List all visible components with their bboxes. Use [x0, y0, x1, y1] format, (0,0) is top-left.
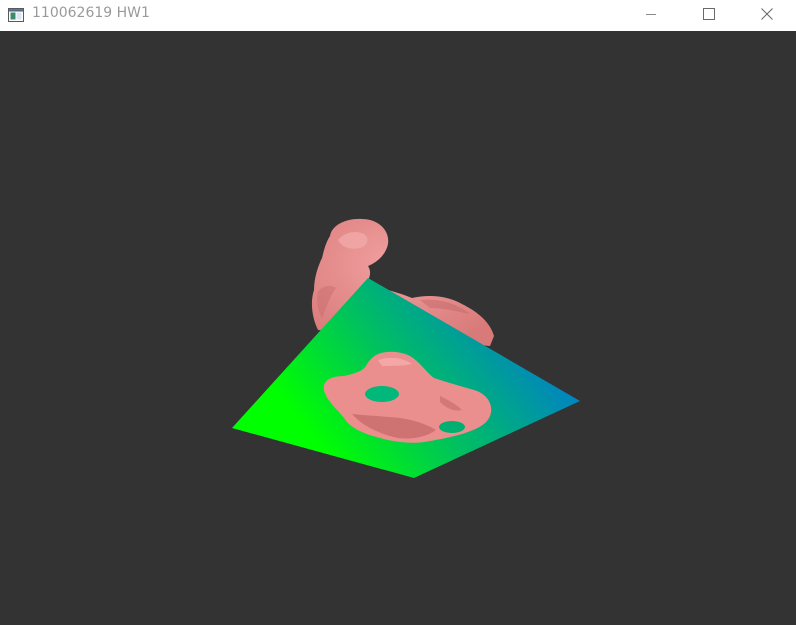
minimize-button[interactable]: [622, 0, 680, 28]
title-bar[interactable]: 110062619 HW1: [0, 0, 796, 31]
application-window-icon: [8, 7, 24, 23]
minimize-icon: [645, 5, 657, 24]
close-icon: [761, 5, 773, 24]
maximize-button[interactable]: [680, 0, 738, 28]
application-window: 110062619 HW1: [0, 0, 796, 625]
rendered-scene: [232, 218, 580, 478]
maximize-icon: [703, 5, 715, 24]
close-button[interactable]: [738, 0, 796, 28]
opengl-viewport[interactable]: [0, 31, 796, 625]
window-title: 110062619 HW1: [32, 5, 150, 21]
